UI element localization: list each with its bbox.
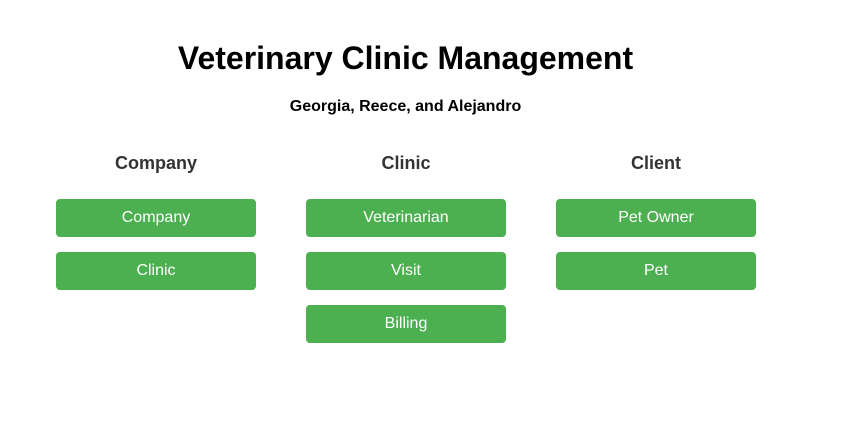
page: Veterinary Clinic Management Georgia, Re…: [0, 0, 841, 425]
authors-subtitle: Georgia, Reece, and Alejandro: [289, 98, 522, 115]
client-button-list: Pet Owner Pet: [556, 199, 756, 290]
company-button[interactable]: Company: [56, 199, 256, 237]
page-title: Veterinary Clinic Management: [177, 40, 634, 76]
clinic-button[interactable]: Clinic: [56, 252, 256, 290]
clinic-column-heading: Clinic: [381, 153, 431, 173]
company-column-heading: Company: [114, 153, 197, 173]
pet-button[interactable]: Pet: [556, 252, 756, 290]
veterinarian-button[interactable]: Veterinarian: [306, 199, 506, 237]
clinic-button-list: Veterinarian Visit Billing: [306, 199, 506, 343]
client-column-heading: Client: [630, 153, 681, 173]
clinic-column: Clinic Veterinarian Visit Billing: [306, 150, 506, 358]
pet-owner-button[interactable]: Pet Owner: [556, 199, 756, 237]
client-column: Client Pet Owner Pet: [556, 150, 756, 305]
company-column: Company Company Clinic: [56, 150, 256, 305]
company-button-list: Company Clinic: [56, 199, 256, 290]
billing-button[interactable]: Billing: [306, 305, 506, 343]
visit-button[interactable]: Visit: [306, 252, 506, 290]
